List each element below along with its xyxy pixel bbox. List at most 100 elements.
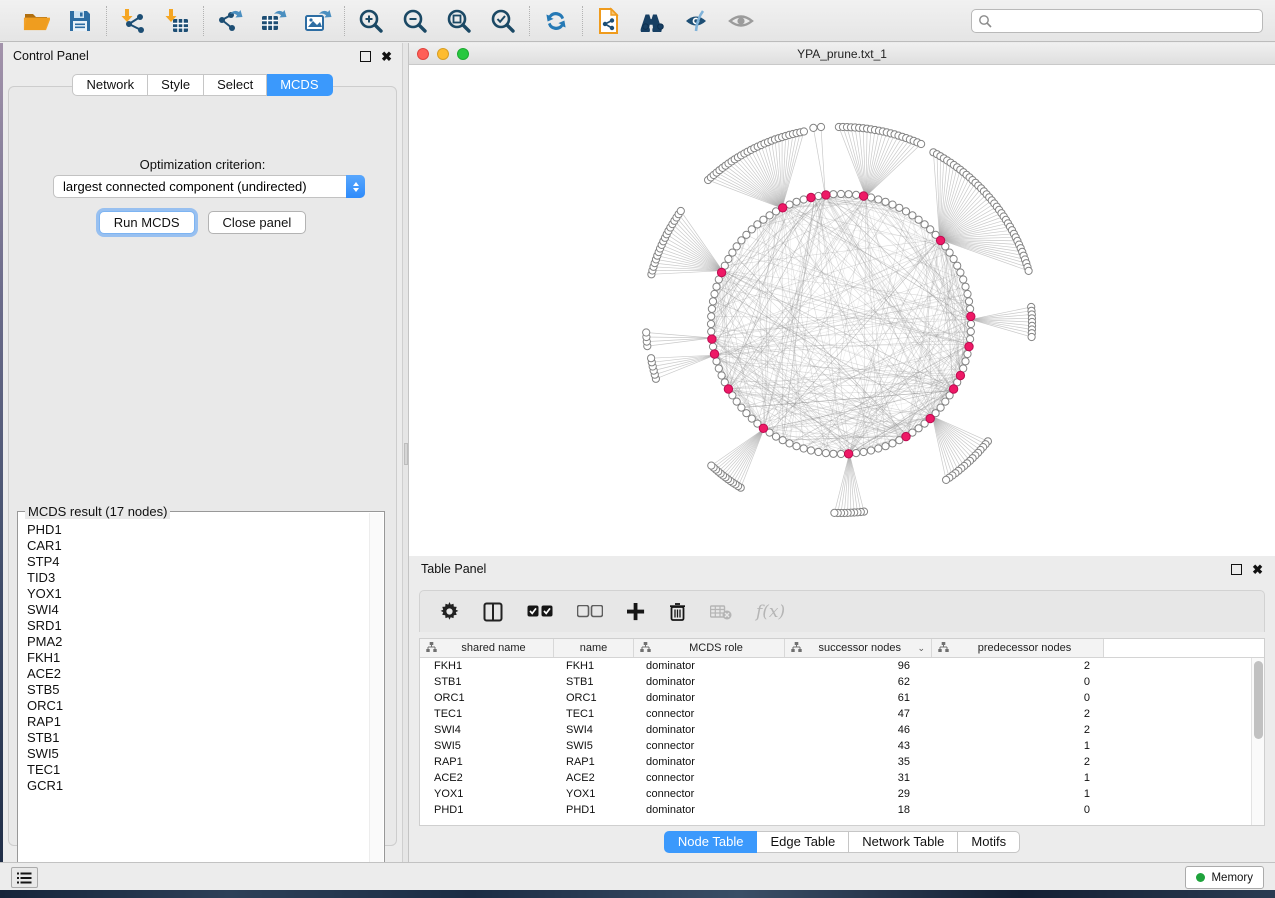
sort-indicator-icon[interactable]: ⌄: [917, 643, 925, 654]
add-column-button[interactable]: [627, 603, 645, 621]
result-item[interactable]: STB1: [27, 730, 368, 746]
zoom-out-button[interactable]: [401, 7, 429, 35]
export-network-button[interactable]: [216, 7, 244, 35]
import-network-icon: [120, 8, 146, 34]
tab-mcds[interactable]: MCDS: [267, 74, 332, 96]
column-header-shared-name[interactable]: shared name: [420, 639, 554, 657]
column-label: predecessor nodes: [949, 642, 1100, 654]
tab-network-table[interactable]: Network Table: [849, 831, 958, 853]
optimization-criterion-select[interactable]: largest connected component (undirected): [53, 175, 365, 198]
cell-name: TEC1: [554, 708, 634, 720]
import-network-button[interactable]: [119, 7, 147, 35]
zoom-in-icon: [358, 8, 384, 34]
zoom-selected-button[interactable]: [489, 7, 517, 35]
zoom-fit-button[interactable]: [445, 7, 473, 35]
result-item[interactable]: RAP1: [27, 714, 368, 730]
hierarchy-icon: [791, 642, 802, 655]
result-item[interactable]: PHD1: [27, 522, 368, 538]
table-row[interactable]: YOX1YOX1connector291: [420, 786, 1251, 802]
node-table: shared namenameMCDS rolesuccessor nodes⌄…: [419, 638, 1265, 826]
cell-predecessor-nodes: 1: [932, 788, 1104, 800]
result-item[interactable]: ACE2: [27, 666, 368, 682]
result-item[interactable]: SRD1: [27, 618, 368, 634]
export-table-button[interactable]: [260, 7, 288, 35]
result-item[interactable]: CAR1: [27, 538, 368, 554]
cell-successor-nodes: 96: [785, 660, 932, 672]
column-header-name[interactable]: name: [554, 639, 634, 657]
result-item[interactable]: YOX1: [27, 586, 368, 602]
show-all-button[interactable]: [727, 7, 755, 35]
tab-edge-table[interactable]: Edge Table: [757, 831, 849, 853]
column-header-predecessor-nodes[interactable]: predecessor nodes: [932, 639, 1104, 657]
zoom-in-button[interactable]: [357, 7, 385, 35]
cell-successor-nodes: 18: [785, 804, 932, 816]
task-history-button[interactable]: [11, 867, 38, 888]
result-item[interactable]: ORC1: [27, 698, 368, 714]
table-row[interactable]: RAP1RAP1dominator352: [420, 754, 1251, 770]
memory-button[interactable]: Memory: [1185, 866, 1264, 889]
panel-splitter[interactable]: [402, 43, 409, 862]
result-item[interactable]: SWI5: [27, 746, 368, 762]
column-header-successor-nodes[interactable]: successor nodes⌄: [785, 639, 932, 657]
network-graph: [409, 65, 1275, 556]
table-settings-button[interactable]: [440, 602, 459, 621]
maximize-window-button[interactable]: [457, 48, 469, 60]
table-row[interactable]: SWI4SWI4dominator462: [420, 722, 1251, 738]
cell-shared-name: TEC1: [420, 708, 554, 720]
table-row[interactable]: STB1STB1dominator620: [420, 674, 1251, 690]
cell-name: YOX1: [554, 788, 634, 800]
cell-successor-nodes: 43: [785, 740, 932, 752]
column-header-mcds-role[interactable]: MCDS role: [634, 639, 785, 657]
search-input[interactable]: [971, 9, 1263, 33]
tab-network[interactable]: Network: [72, 74, 148, 96]
result-item[interactable]: FKH1: [27, 650, 368, 666]
delete-table-button-disabled: [710, 604, 732, 620]
table-row[interactable]: FKH1FKH1dominator962: [420, 658, 1251, 674]
open-file-button[interactable]: [22, 7, 50, 35]
hide-selected-button[interactable]: [683, 7, 711, 35]
run-mcds-button[interactable]: Run MCDS: [99, 211, 195, 234]
save-session-button[interactable]: [66, 7, 94, 35]
table-row[interactable]: ACE2ACE2connector311: [420, 770, 1251, 786]
refresh-button[interactable]: [542, 7, 570, 35]
table-scrollbar[interactable]: [1251, 658, 1264, 825]
close-panel-button[interactable]: ✖: [381, 51, 392, 62]
result-item[interactable]: SWI4: [27, 602, 368, 618]
import-table-button[interactable]: [163, 7, 191, 35]
delete-column-button[interactable]: [669, 602, 686, 621]
table-panel-title: Table Panel: [421, 562, 486, 576]
result-item[interactable]: TEC1: [27, 762, 368, 778]
deselect-all-button[interactable]: [577, 605, 603, 618]
table-row[interactable]: SWI5SWI5connector431: [420, 738, 1251, 754]
network-search-button[interactable]: [639, 7, 667, 35]
result-item[interactable]: TID3: [27, 570, 368, 586]
column-label: successor nodes: [802, 642, 917, 654]
splitter-grip[interactable]: [404, 443, 408, 465]
result-item[interactable]: PMA2: [27, 634, 368, 650]
select-all-button[interactable]: [527, 605, 553, 618]
close-window-button[interactable]: [417, 48, 429, 60]
result-item[interactable]: GCR1: [27, 778, 368, 794]
result-scrollbar[interactable]: [369, 513, 383, 881]
table-row[interactable]: TEC1TEC1connector472: [420, 706, 1251, 722]
minimize-window-button[interactable]: [437, 48, 449, 60]
result-item[interactable]: STB5: [27, 682, 368, 698]
mcds-result-box: MCDS result (17 nodes) PHD1CAR1STP4TID3Y…: [17, 511, 385, 883]
cell-name: ACE2: [554, 772, 634, 784]
tab-select[interactable]: Select: [204, 74, 267, 96]
result-item[interactable]: STP4: [27, 554, 368, 570]
column-layout-button[interactable]: [483, 602, 503, 622]
export-image-button[interactable]: [304, 7, 332, 35]
close-table-panel-button[interactable]: ✖: [1252, 564, 1263, 575]
table-row[interactable]: ORC1ORC1dominator610: [420, 690, 1251, 706]
tab-style[interactable]: Style: [148, 74, 204, 96]
float-table-panel-button[interactable]: [1231, 564, 1242, 575]
tab-motifs[interactable]: Motifs: [958, 831, 1020, 853]
network-canvas[interactable]: [409, 65, 1275, 556]
table-row[interactable]: PHD1PHD1dominator180: [420, 802, 1251, 818]
float-panel-button[interactable]: [360, 51, 371, 62]
close-panel-button-mcds[interactable]: Close panel: [208, 211, 307, 234]
tab-node-table[interactable]: Node Table: [664, 831, 758, 853]
network-from-file-button[interactable]: [595, 7, 623, 35]
table-scrollbar-thumb[interactable]: [1254, 661, 1263, 739]
